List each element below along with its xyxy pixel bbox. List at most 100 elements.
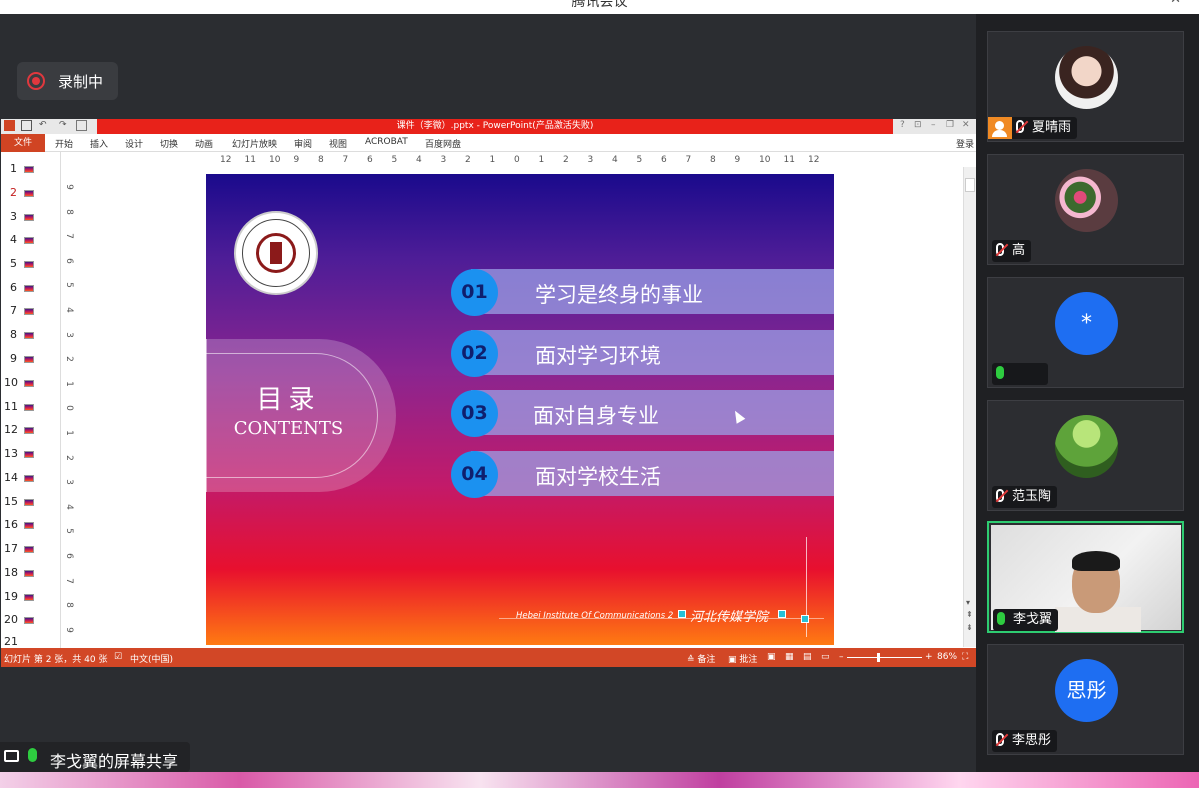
microphone-muted-icon [996,489,1004,502]
slide-thumb-image [24,427,34,434]
window-titlebar: 腾讯会议 – ✕ [0,0,1199,14]
zoom-in-icon[interactable]: + [925,652,933,662]
slide-thumbnail[interactable]: 1 [1,158,61,178]
tab-design[interactable]: 设计 [125,137,143,150]
slide-thumbnail[interactable]: 11 [1,396,61,416]
ruler-tick-label: 1 [538,155,545,165]
reading-view-icon[interactable]: ▤ [803,652,812,662]
notes-label: 备注 [697,655,716,665]
language-status[interactable]: 中文(中国) [130,652,173,665]
ruler-tick-label: 9 [293,155,300,165]
participant-tile[interactable]: * [987,277,1184,388]
slide-thumbnail[interactable]: 17 [1,538,61,558]
slide-thumbnail[interactable]: 20 [1,609,61,629]
tab-slideshow[interactable]: 幻灯片放映 [232,137,277,150]
slide-thumbnail[interactable]: 8 [1,324,61,344]
slide-thumbnail[interactable]: 19 [1,586,61,606]
previous-slide-icon[interactable]: ⇞ [966,610,973,619]
undo-icon[interactable]: ↶ [39,120,50,131]
record-icon [27,72,45,90]
tab-file[interactable]: 文件 [1,134,45,152]
toc-item-number: 03 [451,390,498,437]
participant-avatar: * [1055,292,1118,355]
participant-tile[interactable]: 夏晴雨 [987,31,1184,142]
normal-view-icon[interactable]: ▣ [767,652,776,662]
ruler-tick-label: 9 [734,155,741,165]
help-icon[interactable]: ? [900,120,905,130]
minimize-icon[interactable]: – [1141,0,1148,7]
footer-square-icon [678,610,686,618]
ppt-restore-icon[interactable]: ❐ [946,120,954,130]
zoom-slider[interactable] [847,657,922,658]
spellcheck-icon[interactable]: ☑ [114,652,122,662]
slide-thumbnail[interactable]: 6 [1,277,61,297]
save-icon[interactable] [21,120,32,131]
close-icon[interactable]: ✕ [1170,0,1181,7]
slide-count-status: 幻灯片 第 2 张，共 40 张 [4,655,108,665]
tab-acrobat[interactable]: ACROBAT [365,137,408,147]
participant-tile[interactable]: 范玉陶 [987,400,1184,511]
slide-thumbnail[interactable]: 4 [1,229,61,249]
participant-tile[interactable]: 高 [987,154,1184,265]
slide-number: 15 [4,495,18,508]
slide-thumbnail-selected[interactable]: 2 [1,182,61,202]
scroll-down-icon[interactable]: ▾ [966,598,970,607]
fit-slide-icon[interactable]: ⛶ [962,652,968,662]
ppt-close-icon[interactable]: ✕ [962,120,970,130]
tab-insert[interactable]: 插入 [90,137,108,150]
participant-tile[interactable]: 思彤 李思彤 [987,644,1184,755]
comments-button[interactable]: ▣ 批注 [728,652,757,665]
slideshow-icon[interactable] [76,120,87,131]
slide-number: 13 [4,447,18,460]
screen-share-label[interactable]: 李戈翼的屏幕共享 [0,742,190,772]
tab-animations[interactable]: 动画 [195,137,213,150]
ruler-tick-label: 11 [783,155,795,165]
tab-review[interactable]: 审阅 [294,137,312,150]
ruler-tick-label: 4 [63,503,74,510]
vertical-ruler: 9 8 7 6 5 4 3 2 1 0 1 2 3 4 5 6 7 8 9 [61,174,76,644]
screen-share-owner: 李戈翼的屏幕共享 [50,752,179,771]
slide-thumbnail[interactable]: 9 [1,348,61,368]
participant-sidebar: 夏晴雨 高 * 范玉陶 李戈翼 思彤 李思彤 [976,14,1199,772]
participant-tile-active-speaker[interactable]: 李戈翼 [987,521,1184,633]
slide-thumbnail[interactable]: 10 [1,372,61,392]
meeting-window: 腾讯会议 – ✕ 录制中 ↶ ↷ 课件（李微）.pptx - PowerPoin… [0,0,1199,788]
slide-number: 21 [4,635,18,648]
slide-thumbnail[interactable]: 13 [1,443,61,463]
next-slide-icon[interactable]: ⇟ [966,623,973,632]
participant-name-tag: 高 [992,240,1032,262]
slide-thumbnail[interactable]: 16 [1,514,61,534]
slide-thumbnail[interactable]: 14 [1,467,61,487]
footer-square-icon [801,615,809,623]
zoom-level[interactable]: 86% [937,652,957,662]
zoom-slider-thumb[interactable] [877,653,880,662]
redo-icon[interactable]: ↷ [59,120,70,131]
login-link[interactable]: 登录 [956,137,974,150]
slide-thumb-image [24,190,34,197]
toc-subtitle: CONTENTS [233,418,344,439]
tab-baidu-netdisk[interactable]: 百度网盘 [425,137,461,150]
current-slide-canvas[interactable]: 目录 CONTENTS 01 学习是终身的事业 02 面对学习环境 03 面对自… [206,174,834,645]
slide-thumbnail[interactable]: 7 [1,300,61,320]
ppt-minimize-icon[interactable]: – [931,120,936,130]
vertical-scrollbar[interactable]: ▾ ⇞ ⇟ [963,167,976,647]
slide-thumbnail[interactable]: 3 [1,206,61,226]
scroll-thumb[interactable] [965,178,975,192]
slide-thumbnail[interactable]: 18 [1,562,61,582]
slide-thumbnail[interactable]: 5 [1,253,61,273]
zoom-out-icon[interactable]: – [839,652,844,662]
slide-sorter-icon[interactable]: ▦ [785,652,794,662]
slide-thumbnail[interactable]: 12 [1,419,61,439]
tab-home[interactable]: 开始 [55,137,73,150]
tab-transitions[interactable]: 切换 [160,137,178,150]
slide-thumbnail[interactable]: 15 [1,491,61,511]
notes-button[interactable]: ≙ 备注 [687,652,715,665]
slide-number: 7 [10,304,17,317]
slide-thumbnail[interactable]: 21 [1,631,61,648]
ruler-tick-label: 6 [367,155,373,165]
recording-indicator[interactable]: 录制中 [17,62,118,100]
slideshow-view-icon[interactable]: ▭ [821,652,830,662]
tab-view[interactable]: 视图 [329,137,347,150]
ribbon-display-icon[interactable]: ⊡ [914,120,922,130]
slide-thumb-image [24,617,34,624]
